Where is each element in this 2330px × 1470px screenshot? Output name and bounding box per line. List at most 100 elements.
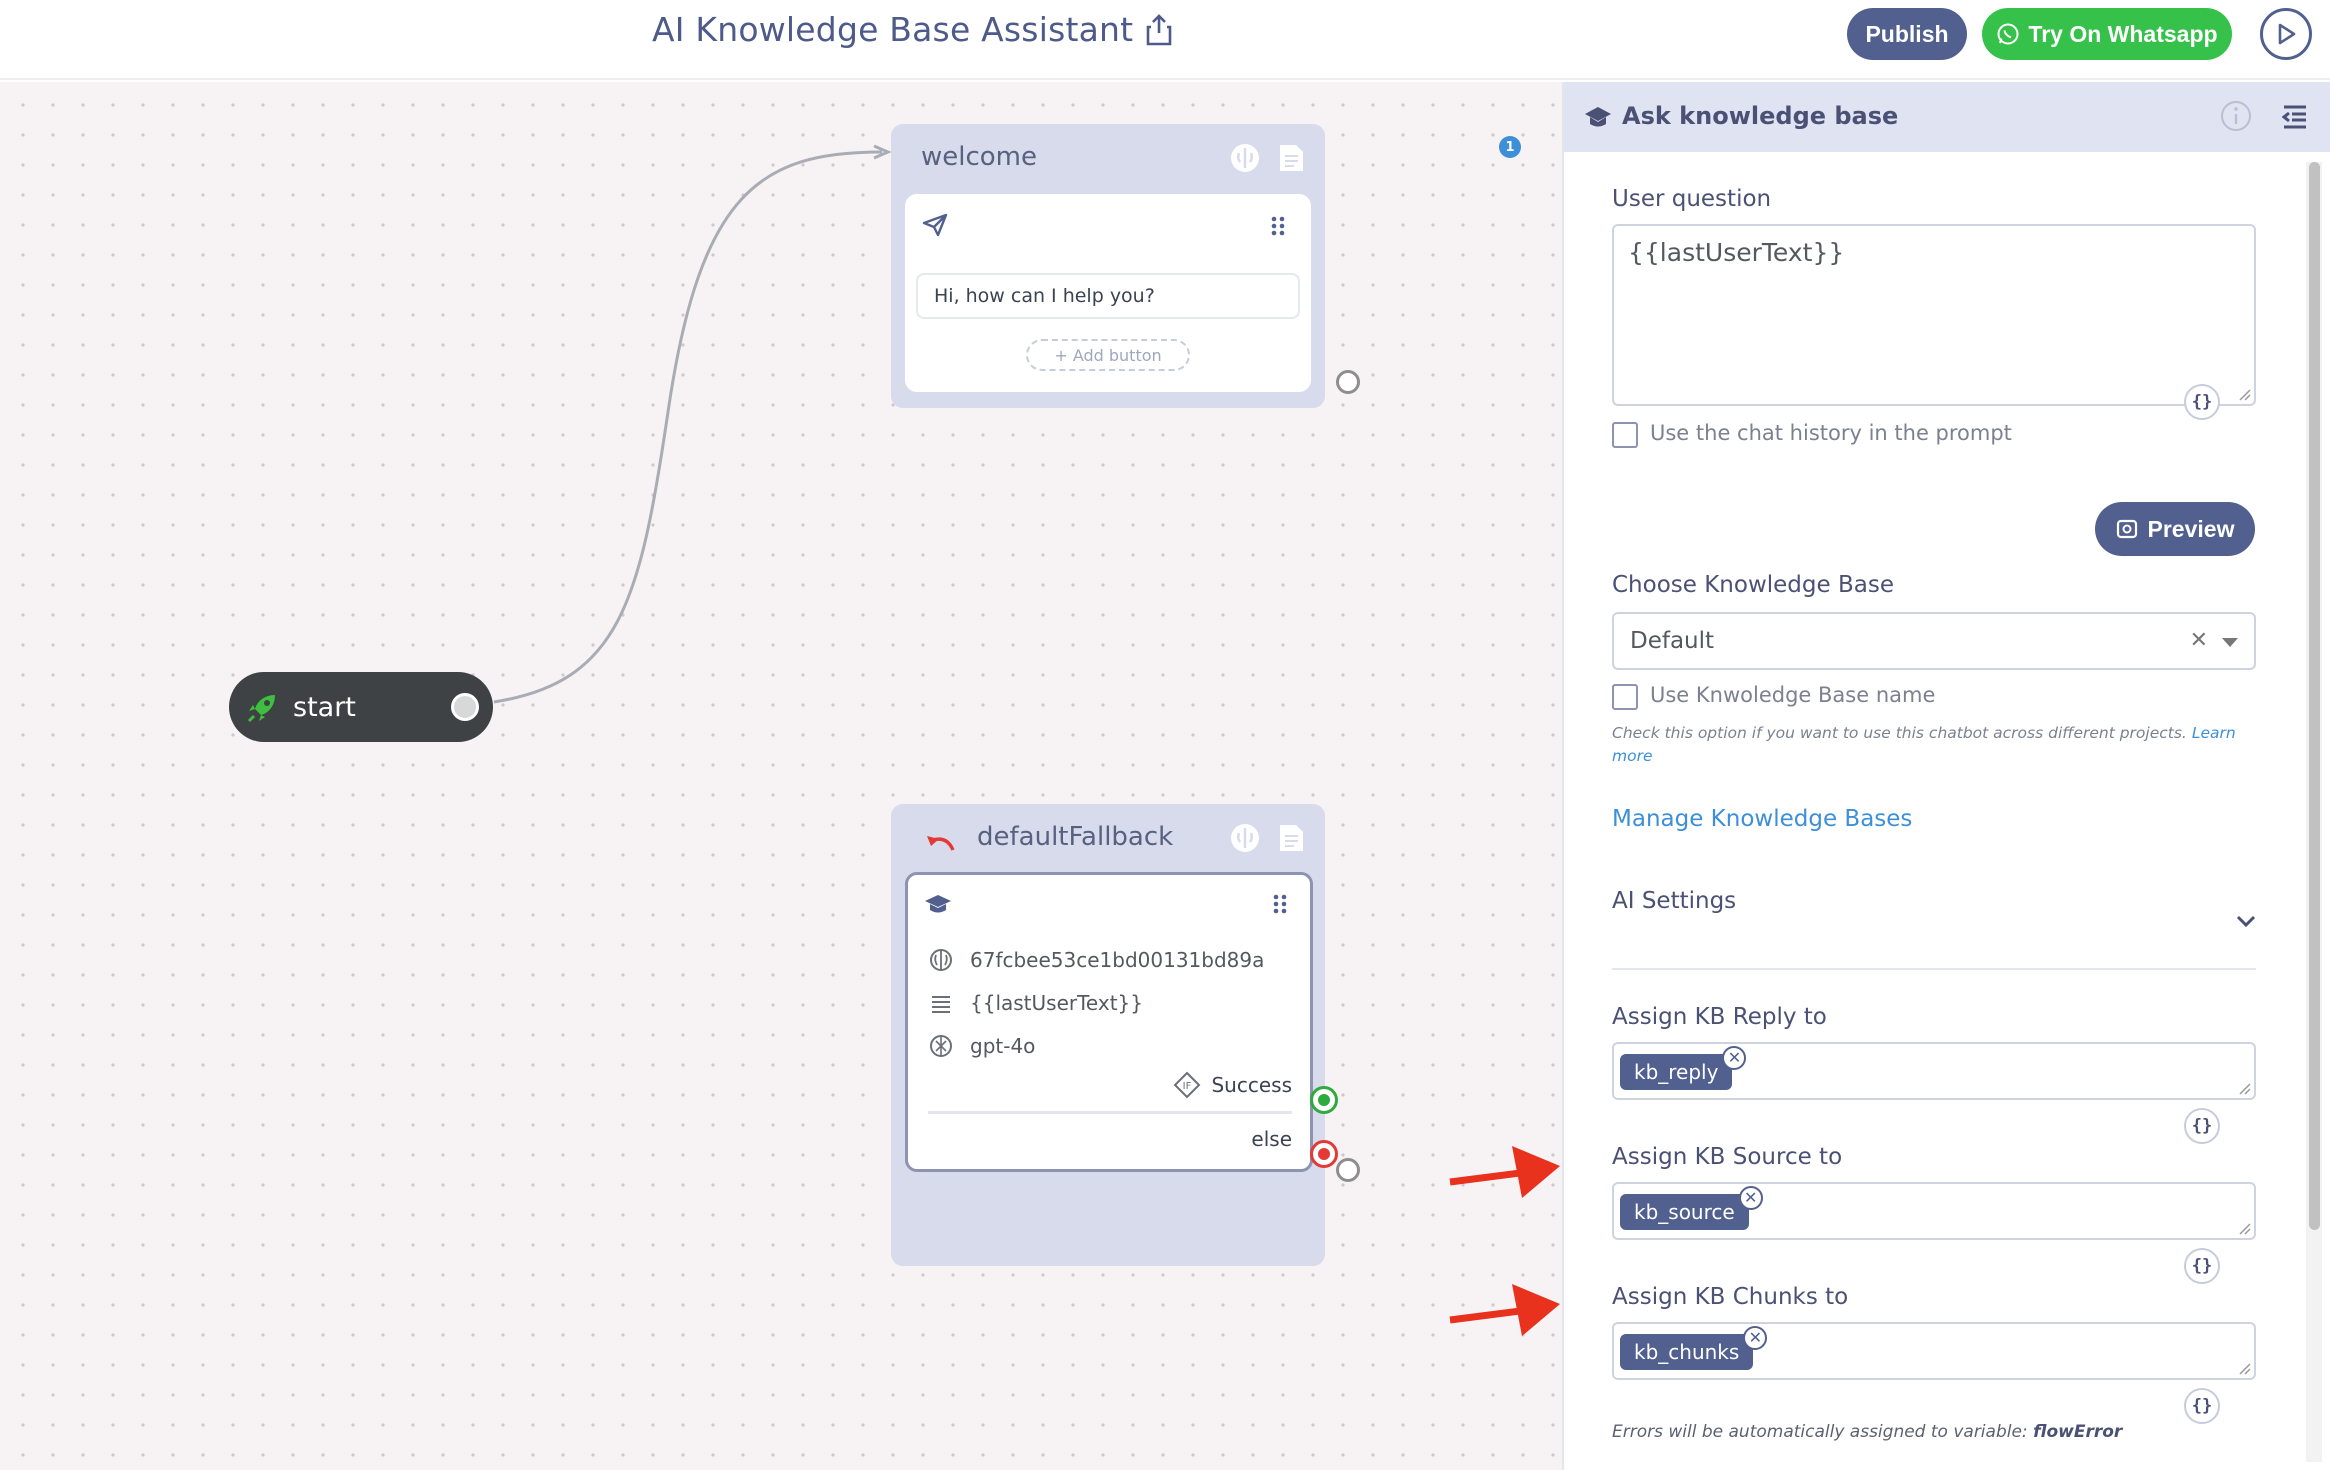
preview-button[interactable]: Preview — [2095, 502, 2255, 556]
graduation-cap-icon — [925, 895, 951, 913]
user-question-field[interactable]: {{lastUserText}} — [1612, 224, 2256, 406]
note-icon[interactable] — [1275, 822, 1307, 854]
chevron-down-icon[interactable] — [2236, 914, 2256, 928]
kb-id-row: 67fcbee53ce1bd00131bd89a — [928, 947, 1264, 973]
graduation-cap-icon — [1585, 107, 1611, 127]
play-button[interactable] — [2260, 8, 2312, 60]
fallback-output-handle[interactable] — [1336, 1158, 1360, 1182]
add-button[interactable]: + Add button — [1026, 339, 1190, 371]
assign-reply-field[interactable]: kb_reply ✕ — [1612, 1042, 2256, 1100]
success-output-handle[interactable] — [1310, 1086, 1338, 1114]
variables-button[interactable]: {} — [2184, 1248, 2220, 1284]
knowledge-base-select[interactable]: Default ✕ — [1612, 612, 2256, 670]
text-lines-icon — [932, 996, 950, 1013]
errors-variable: flowError — [2033, 1422, 2123, 1442]
else-label: else — [1251, 1127, 1292, 1151]
note-icon[interactable] — [1275, 142, 1307, 174]
info-badge[interactable]: 1 — [1499, 136, 1521, 158]
resize-handle-icon[interactable] — [2238, 388, 2252, 402]
question-row: {{lastUserText}} — [928, 990, 1143, 1016]
try-whatsapp-label: Try On Whatsapp — [2028, 20, 2218, 47]
remove-tag-icon[interactable]: ✕ — [1738, 1186, 1763, 1210]
welcome-node-tools — [1229, 142, 1307, 174]
start-node[interactable]: start — [229, 672, 493, 742]
user-question-label: User question — [1612, 186, 1772, 212]
model-value: gpt-4o — [970, 1034, 1036, 1058]
drag-handle-icon[interactable] — [1272, 893, 1288, 915]
else-output-handle[interactable] — [1310, 1140, 1338, 1168]
panel-title: Ask knowledge base — [1622, 102, 1899, 130]
welcome-message-card[interactable]: Hi, how can I help you? + Add button — [905, 194, 1311, 392]
use-kb-name-checkbox[interactable] — [1612, 684, 1638, 710]
variables-button[interactable]: {} — [2184, 1388, 2220, 1424]
assign-source-label: Assign KB Source to — [1612, 1144, 1843, 1170]
try-whatsapp-button[interactable]: Try On Whatsapp — [1982, 8, 2232, 60]
chunks-variable-tag: kb_chunks ✕ — [1620, 1326, 1768, 1370]
hint-text: Check this option if you want to use thi… — [1612, 724, 2187, 742]
brain-icon[interactable] — [1229, 822, 1261, 854]
panel-scrollbar-thumb[interactable] — [2309, 162, 2320, 1230]
play-icon — [2278, 23, 2296, 45]
manage-kb-link[interactable]: Manage Knowledge Bases — [1612, 806, 1912, 832]
info-icon[interactable] — [2219, 99, 2253, 133]
chat-history-label: Use the chat history in the prompt — [1650, 421, 2012, 445]
resize-handle-icon[interactable] — [2238, 1362, 2252, 1376]
assign-chunks-field[interactable]: kb_chunks ✕ — [1612, 1322, 2256, 1380]
top-bar: AI Knowledge Base Assistant Publish Try … — [0, 0, 2330, 80]
edge-start-welcome — [493, 150, 883, 704]
branch-divider — [928, 1111, 1292, 1114]
preview-label: Preview — [2147, 515, 2235, 542]
welcome-message-text[interactable]: Hi, how can I help you? — [916, 273, 1300, 319]
openai-icon — [930, 1035, 952, 1057]
send-icon — [922, 213, 948, 237]
svg-text:IF: IF — [1183, 1081, 1192, 1092]
remove-tag-icon[interactable]: ✕ — [1722, 1046, 1747, 1070]
assign-source-field[interactable]: kb_source ✕ — [1612, 1182, 2256, 1240]
fallback-node-title: defaultFallback — [977, 822, 1174, 852]
panel-header: Ask knowledge base — [1564, 82, 2330, 152]
properties-panel: Ask knowledge base User question {{lastU… — [1562, 82, 2330, 1470]
chunks-tag-label: kb_chunks — [1634, 1340, 1740, 1364]
default-fallback-node[interactable]: defaultFallback 67fcbee53ce1bd00131bd89a… — [891, 804, 1325, 1266]
share-icon[interactable] — [1145, 13, 1173, 47]
welcome-output-handle[interactable] — [1336, 370, 1360, 394]
clear-selection-icon[interactable]: ✕ — [2190, 628, 2208, 653]
remove-tag-icon[interactable]: ✕ — [1743, 1326, 1768, 1350]
start-output-handle[interactable] — [451, 693, 479, 721]
assign-chunks-label: Assign KB Chunks to — [1612, 1284, 1849, 1310]
whatsapp-icon — [1997, 23, 2019, 45]
drag-handle-icon[interactable] — [1270, 215, 1286, 237]
condition-icon: IF — [1174, 1071, 1201, 1099]
user-question-value: {{lastUserText}} — [1628, 238, 1845, 267]
success-label: Success — [1211, 1073, 1292, 1097]
resize-handle-icon[interactable] — [2238, 1082, 2252, 1096]
reply-variable-tag: kb_reply ✕ — [1620, 1046, 1747, 1090]
variables-button[interactable]: {} — [2184, 384, 2220, 420]
brain-icon[interactable] — [1229, 142, 1261, 174]
kb-id-value: 67fcbee53ce1bd00131bd89a — [970, 948, 1265, 972]
ask-kb-card[interactable]: 67fcbee53ce1bd00131bd89a {{lastUserText}… — [905, 872, 1313, 1172]
flow-canvas[interactable]: start welcome Hi, how can I help you? + … — [0, 82, 1562, 1470]
publish-button[interactable]: Publish — [1847, 8, 1967, 60]
app-title: AI Knowledge Base Assistant — [652, 10, 1134, 49]
start-label: start — [293, 691, 356, 723]
flow-edges — [493, 144, 892, 704]
welcome-node[interactable]: welcome Hi, how can I help you? + Add bu… — [891, 124, 1325, 408]
choose-kb-label: Choose Knowledge Base — [1612, 572, 1894, 598]
resize-handle-icon[interactable] — [2238, 1222, 2252, 1236]
reply-tag-label: kb_reply — [1634, 1060, 1719, 1084]
collapse-panel-icon[interactable] — [2280, 102, 2310, 132]
ai-settings-toggle[interactable]: AI Settings — [1612, 888, 1736, 914]
brain-icon — [930, 949, 952, 971]
chat-history-checkbox[interactable] — [1612, 422, 1638, 448]
annotation-arrow-reply — [1449, 1146, 1560, 1198]
source-tag-label: kb_source — [1634, 1200, 1735, 1224]
question-value: {{lastUserText}} — [970, 991, 1144, 1015]
annotation-arrow-source — [1449, 1284, 1560, 1336]
chevron-down-icon[interactable] — [2222, 638, 2238, 647]
assign-reply-label: Assign KB Reply to — [1612, 1004, 1827, 1030]
welcome-node-title: welcome — [921, 142, 1038, 172]
section-separator — [1612, 968, 2256, 970]
preview-icon — [2116, 519, 2137, 539]
variables-button[interactable]: {} — [2184, 1108, 2220, 1144]
